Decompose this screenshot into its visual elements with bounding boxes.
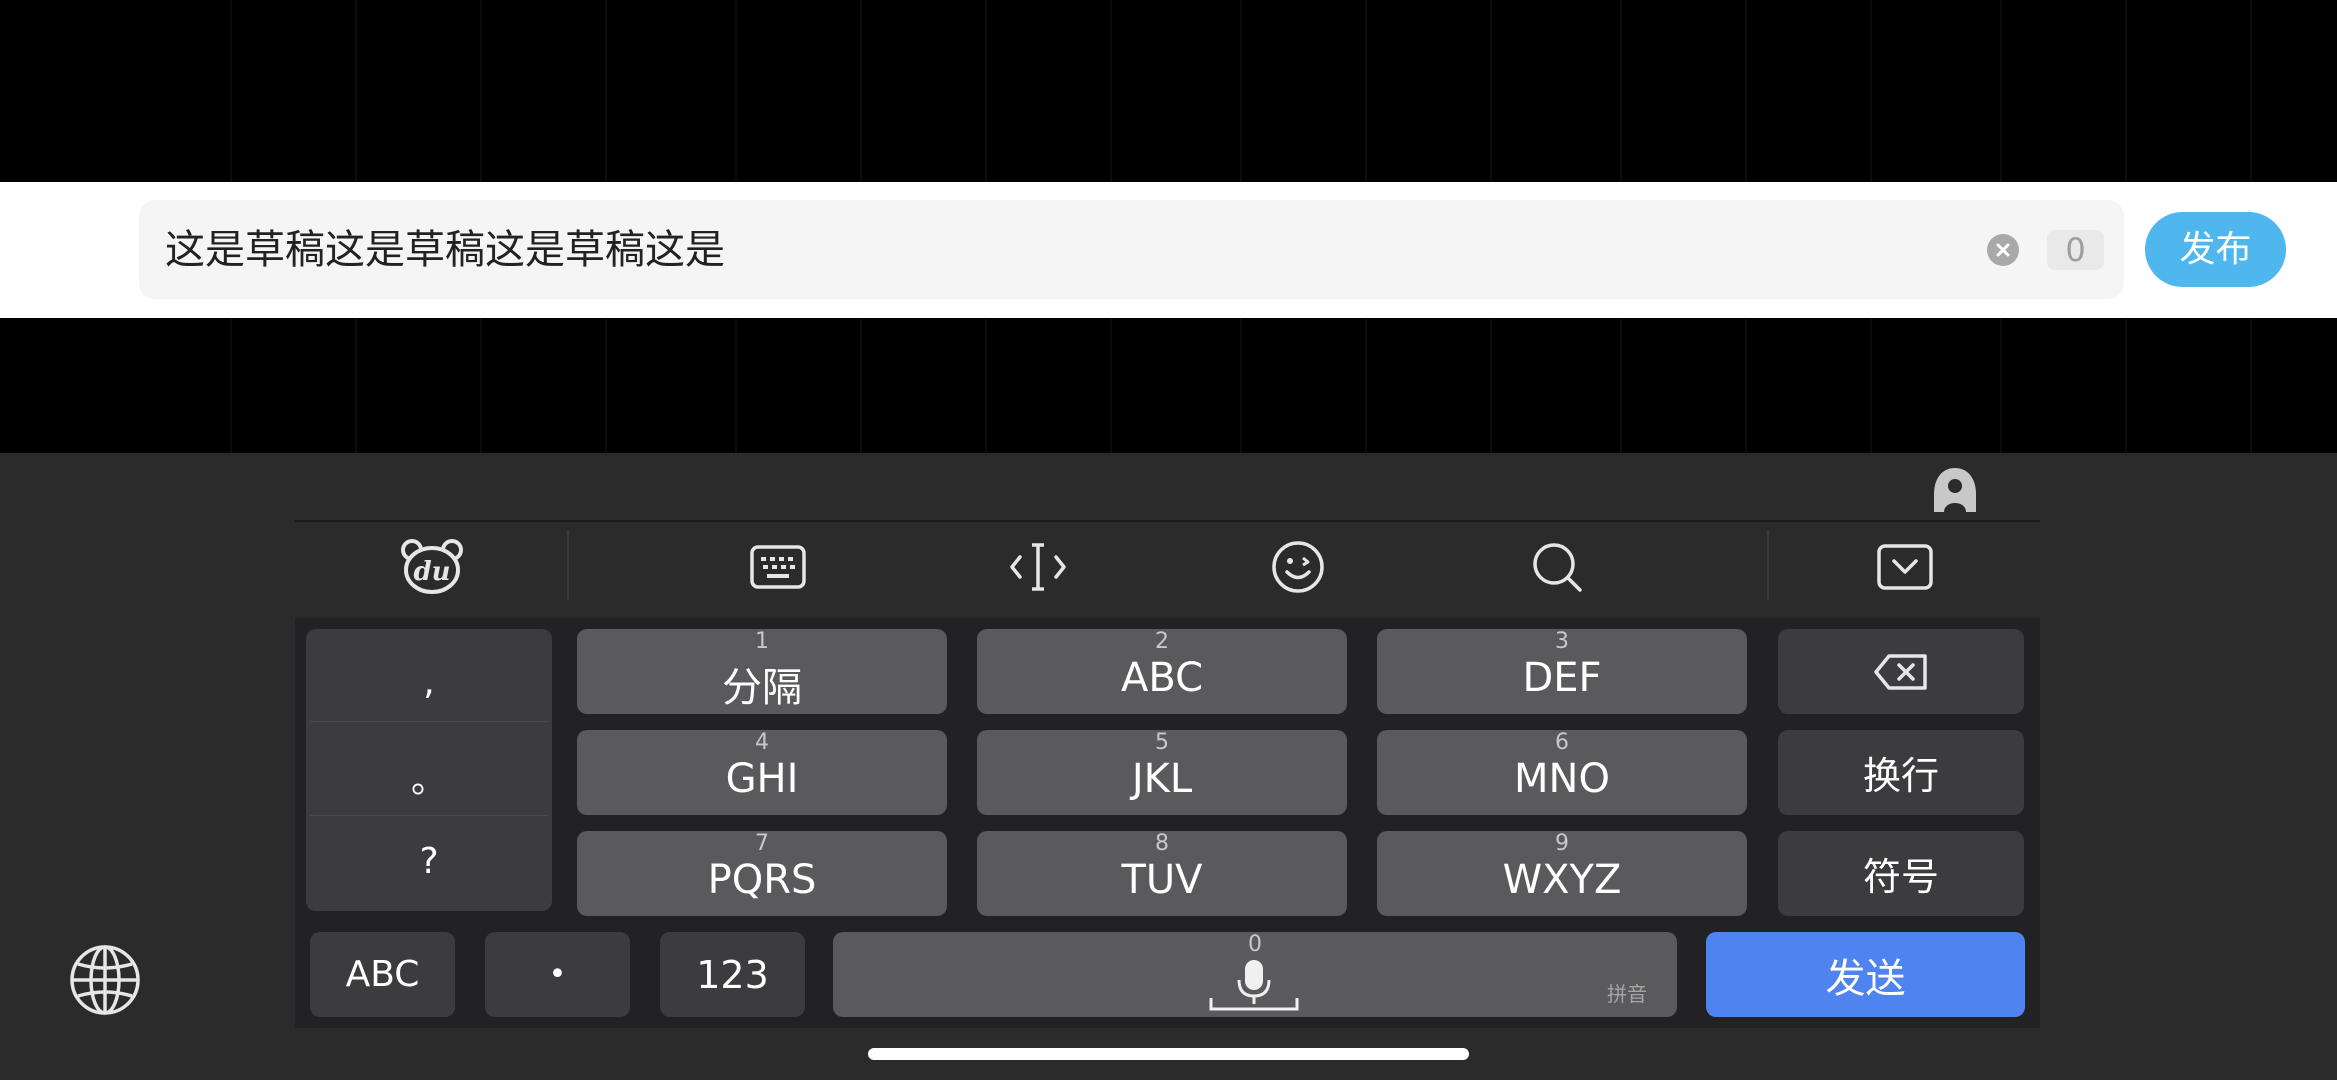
punctuation-period[interactable]: 。	[306, 730, 552, 823]
abc-switch-button[interactable]: ABC	[310, 932, 455, 1017]
key-label: TUV	[1121, 857, 1203, 903]
key-number: 7	[755, 831, 769, 856]
key-number: 4	[755, 730, 769, 755]
character-counter: 0	[2047, 230, 2104, 270]
emoji-icon[interactable]	[1266, 535, 1330, 599]
keyboard-icon[interactable]	[746, 535, 810, 599]
key-label: JKL	[1131, 756, 1193, 802]
enter-button[interactable]: 换行	[1778, 730, 2024, 815]
space-key-hint: 拼音	[1607, 982, 1647, 1006]
punctuation-question[interactable]: ?	[306, 815, 552, 908]
toolbar-divider	[567, 530, 569, 600]
globe-icon[interactable]	[69, 944, 141, 1016]
punctuation-comma[interactable]: ,	[306, 636, 552, 729]
toolbar-separator	[295, 520, 2040, 522]
cursor-move-icon[interactable]	[1006, 535, 1070, 599]
key-2[interactable]: 2 ABC	[977, 629, 1347, 714]
user-silhouette-icon[interactable]	[1931, 466, 1979, 514]
key-label: DEF	[1522, 655, 1602, 701]
key-8[interactable]: 8 TUV	[977, 831, 1347, 916]
clear-icon[interactable]	[1987, 234, 2019, 266]
key-number: 2	[1155, 629, 1169, 654]
key-1[interactable]: 1 分隔	[577, 629, 947, 714]
key-number: 9	[1555, 831, 1569, 856]
backspace-button[interactable]	[1778, 629, 2024, 714]
key-3[interactable]: 3 DEF	[1377, 629, 1747, 714]
punctuation-divider	[310, 721, 548, 722]
key-label: WXYZ	[1502, 857, 1622, 903]
close-icon	[1996, 243, 2010, 257]
key-number: 1	[755, 629, 769, 654]
comment-input-text: 这是草稿这是草稿这是草稿这是	[165, 227, 725, 273]
toolbar-divider	[1767, 530, 1769, 600]
dot-button[interactable]: •	[485, 932, 630, 1017]
publish-button[interactable]: 发布	[2145, 212, 2286, 287]
backspace-icon	[1874, 653, 1927, 690]
du-bear-icon[interactable]: du	[400, 535, 464, 599]
key-4[interactable]: 4 GHI	[577, 730, 947, 815]
key-number: 5	[1155, 730, 1169, 755]
key-number: 6	[1555, 730, 1569, 755]
collapse-keyboard-icon[interactable]	[1873, 535, 1937, 599]
key-label: PQRS	[707, 857, 817, 903]
key-label: ABC	[1120, 655, 1204, 701]
key-number: 3	[1555, 629, 1569, 654]
search-icon[interactable]	[1525, 535, 1589, 599]
key-9[interactable]: 9 WXYZ	[1377, 831, 1747, 916]
key-number: 8	[1155, 831, 1169, 856]
numbers-switch-button[interactable]: 123	[660, 932, 805, 1017]
home-indicator[interactable]	[868, 1048, 1469, 1060]
send-button[interactable]: 发送	[1706, 932, 2025, 1017]
key-5[interactable]: 5 JKL	[977, 730, 1347, 815]
key-7[interactable]: 7 PQRS	[577, 831, 947, 916]
key-label: GHI	[725, 756, 799, 802]
key-6[interactable]: 6 MNO	[1377, 730, 1747, 815]
svg-text:du: du	[413, 557, 450, 587]
key-label: MNO	[1514, 756, 1610, 802]
key-label: 分隔	[722, 665, 802, 711]
space-key[interactable]: 0 拼音	[833, 932, 1677, 1017]
microphone-icon	[1209, 960, 1299, 1011]
space-key-number: 0	[1248, 932, 1262, 957]
symbols-button[interactable]: 符号	[1778, 831, 2024, 916]
